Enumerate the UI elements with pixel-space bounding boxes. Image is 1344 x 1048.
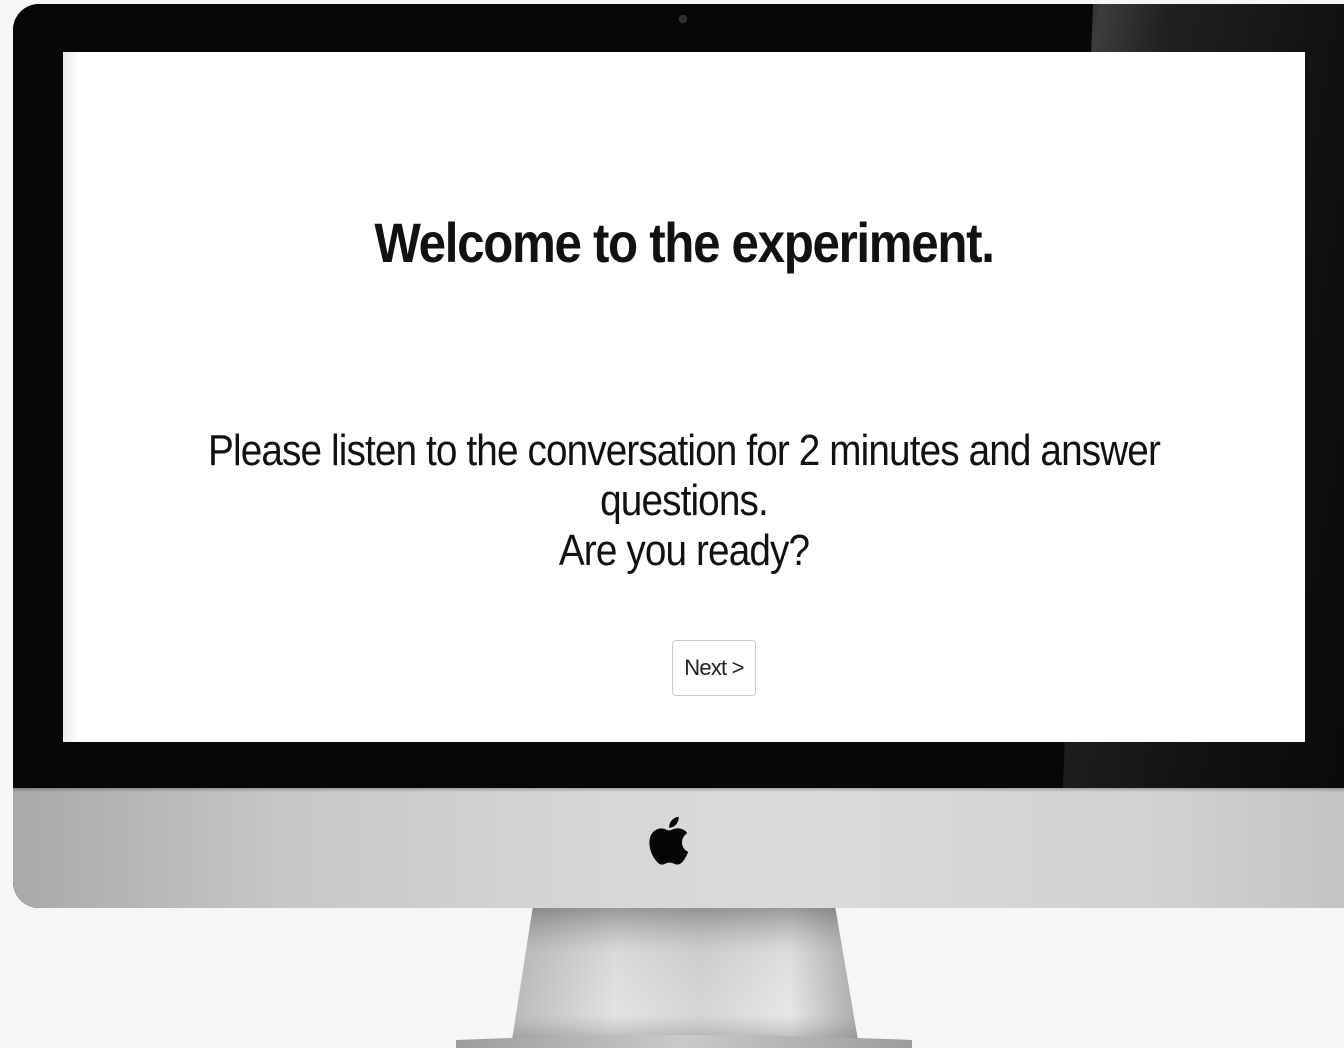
imac-mockup: Welcome to the experiment. Please listen…: [0, 0, 1344, 1048]
apple-logo-icon: [649, 816, 689, 865]
instructions-text: Please listen to the conversation for 2 …: [208, 426, 1161, 525]
next-button[interactable]: Next >: [672, 640, 756, 696]
page-title: Welcome to the experiment.: [374, 211, 995, 274]
screen-edge-shadow: [63, 52, 79, 742]
display-screen: Welcome to the experiment. Please listen…: [63, 52, 1305, 742]
ready-prompt: Are you ready?: [558, 526, 810, 575]
camera-icon: [679, 15, 687, 23]
